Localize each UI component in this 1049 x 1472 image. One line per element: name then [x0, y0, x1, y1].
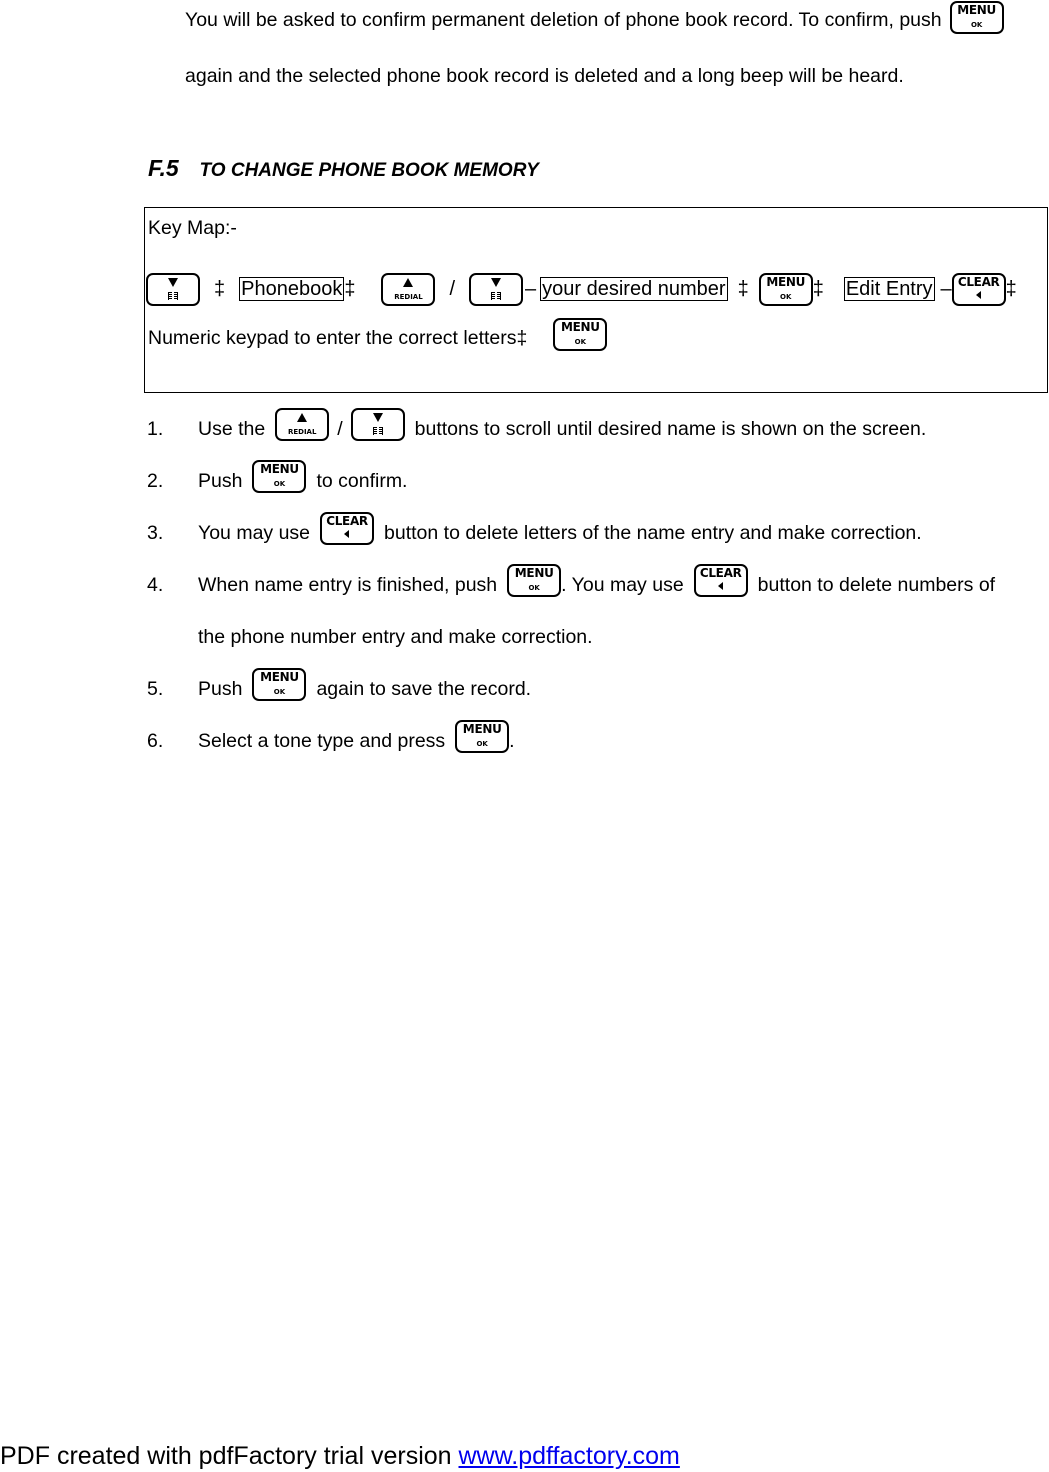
- step-4-continued: the phone number entry and make correcti…: [198, 626, 593, 648]
- intro-text-2: again and the selected phone book record…: [185, 65, 904, 87]
- intro-line-2: again and the selected phone book record…: [185, 59, 904, 93]
- pdf-footer: PDF created with pdfFactory trial versio…: [0, 1440, 680, 1472]
- intro-line-1: You will be asked to confirm permanent d…: [185, 0, 1004, 37]
- intro-text-1: You will be asked to confirm permanent d…: [185, 9, 942, 31]
- clear-key-icon: CLEAR: [693, 563, 748, 597]
- menu-ok-key-icon: MENU OK: [252, 459, 307, 493]
- desired-number-label: your desired number: [540, 277, 728, 301]
- step-3: You may use CLEAR button to delete lette…: [198, 511, 922, 545]
- step-4: When name entry is finished, push MENU O…: [198, 563, 996, 597]
- section-number: F.5: [148, 155, 179, 181]
- keymap-row-2: Numeric keypad to enter the correct lett…: [148, 317, 608, 355]
- step-number: 1.: [147, 418, 164, 440]
- redial-up-key-icon: REDIAL: [275, 407, 330, 441]
- step-2: Push MENU OK to confirm.: [198, 459, 408, 493]
- edit-entry-label: Edit Entry: [843, 277, 935, 301]
- step-1: Use the REDIAL / buttons to scroll until…: [198, 407, 926, 446]
- step-number: 3.: [147, 522, 164, 544]
- phonebook-down-key-icon: [146, 272, 200, 306]
- step-6: Select a tone type and press MENU OK .: [198, 719, 515, 753]
- menu-ok-key-icon: MENU OK: [758, 272, 813, 306]
- clear-key-icon: CLEAR: [951, 272, 1006, 306]
- section-title: TO CHANGE PHONE BOOK MEMORY: [199, 160, 539, 181]
- arrow-symbol: ‡: [344, 278, 356, 300]
- step-number: 4.: [147, 574, 164, 596]
- arrow-symbol: ‡: [214, 278, 226, 300]
- step-number: 6.: [147, 730, 164, 752]
- menu-ok-key-icon: MENU OK: [252, 667, 307, 701]
- phonebook-menu-label: Phonebook: [239, 277, 345, 301]
- section-heading: F.5 TO CHANGE PHONE BOOK MEMORY: [148, 153, 539, 186]
- phonebook-down-key-icon: [469, 272, 524, 306]
- numeric-keypad-text: Numeric keypad to enter the correct lett…: [148, 327, 528, 349]
- arrow-symbol: ‡: [737, 278, 749, 300]
- dash-symbol: –: [940, 278, 952, 300]
- dash-symbol: –: [525, 278, 537, 300]
- keymap-row-1: ‡ Phonebook ‡ REDIAL / – your desired nu…: [146, 272, 1017, 306]
- menu-ok-key-icon: MENU OK: [455, 719, 510, 753]
- step-number: 2.: [147, 470, 164, 492]
- redial-up-key-icon: REDIAL: [381, 272, 436, 306]
- menu-ok-key-icon: MENU OK: [507, 563, 562, 597]
- arrow-symbol: ‡: [1005, 278, 1017, 300]
- keymap-label: Key Map:-: [148, 217, 237, 239]
- step-number: 5.: [147, 678, 164, 700]
- menu-ok-key-icon: MENU OK: [949, 0, 1004, 34]
- slash-symbol: /: [449, 278, 456, 300]
- phonebook-down-key-icon: [350, 407, 405, 441]
- arrow-symbol: ‡: [812, 278, 824, 300]
- footer-text: PDF created with pdfFactory trial versio…: [0, 1442, 459, 1470]
- menu-ok-key-icon: MENU OK: [553, 317, 608, 351]
- step-5: Push MENU OK again to save the record.: [198, 667, 532, 701]
- clear-key-icon: CLEAR: [320, 511, 375, 545]
- pdffactory-link[interactable]: www.pdffactory.com: [459, 1442, 680, 1470]
